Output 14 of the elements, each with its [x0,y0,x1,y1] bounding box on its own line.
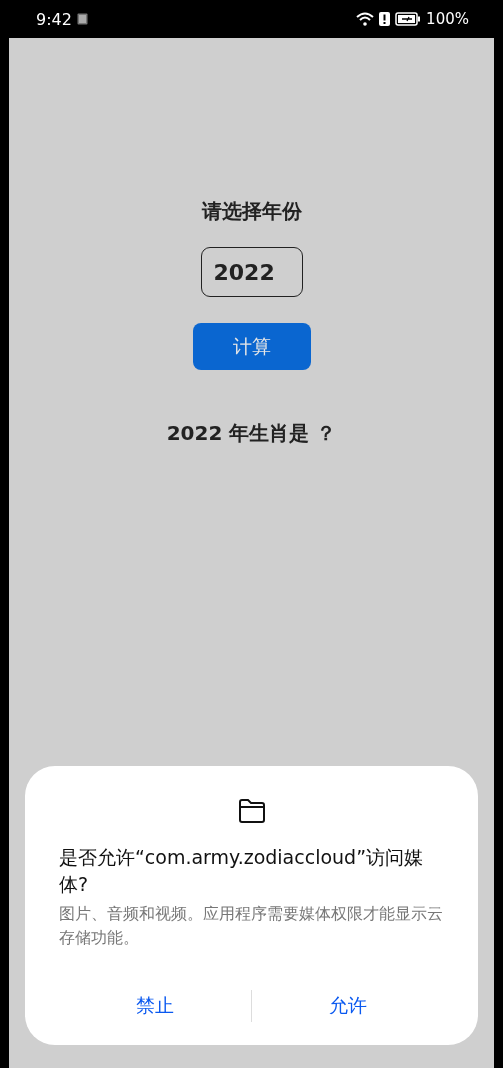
dialog-title: 是否允许“com.army.zodiaccloud”访问媒体? [59,845,424,897]
dialog-button[interactable]: 禁止 [59,987,251,1025]
calculate-button[interactable]: 计算 [192,323,311,370]
year-input-field[interactable]: 2022 [200,247,303,297]
alert-icon [379,12,391,26]
prompt-label: 请选择年份 [201,198,302,225]
dialog-message: 图片、音频和视频。应用程序需要媒体权限才能显示云存储功能。 [59,903,444,949]
folder-icon [236,798,267,824]
result-text: 2022 年生肖是 ？ [166,420,337,447]
battery-percent: 100% [426,10,469,28]
battery-icon [395,12,422,26]
dialog-button[interactable]: 允许 [252,987,444,1025]
status-time: 9:42 [36,9,72,29]
wifi-icon [356,12,375,26]
